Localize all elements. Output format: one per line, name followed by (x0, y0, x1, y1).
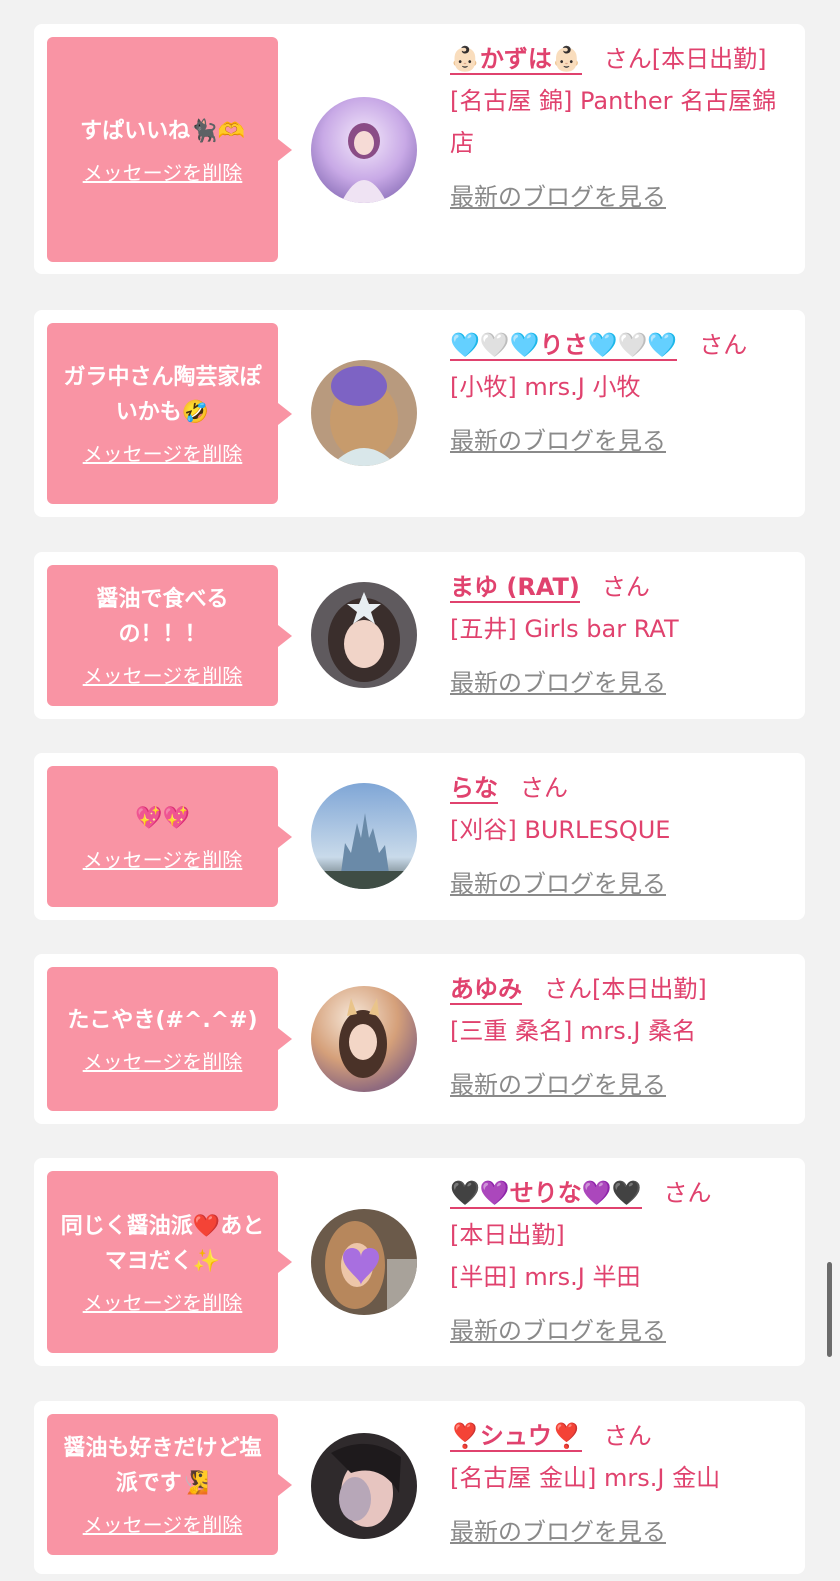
san-label: さん (601, 573, 650, 601)
cast-name-link[interactable]: らな (450, 774, 498, 804)
san-label: さん (699, 331, 748, 359)
status-label: [本日出勤] (592, 975, 707, 1003)
cast-info: 🩵🤍🩵りさ🩵🤍🩵 さん [小牧] mrs.J 小牧 最新のブログを見る (450, 324, 787, 462)
latest-blog-link[interactable]: 最新のブログを見る (450, 1310, 666, 1352)
latest-blog-link[interactable]: 最新のブログを見る (450, 1064, 666, 1106)
message-card: 醤油で食べるの！！！ メッセージを削除 まゆ (RAT) さん [五井] Girl… (34, 552, 805, 719)
cast-name-link[interactable]: 🩵🤍🩵りさ🩵🤍🩵 (450, 331, 678, 361)
status-label: [本日出勤] (450, 1221, 565, 1249)
message-text: たこやき(#^.^#) (67, 1008, 258, 1033)
message-bubble: 醤油も好きだけど塩派です🧏 メッセージを削除 (47, 1414, 292, 1555)
delete-message-link[interactable]: メッセージを削除 (83, 1287, 243, 1316)
message-card: 醤油も好きだけど塩派です🧏 メッセージを削除 ❣️シュウ❣️ さん [名古屋 金山… (34, 1401, 805, 1574)
latest-blog-link[interactable]: 最新のブログを見る (450, 420, 666, 462)
avatar-image (311, 986, 417, 1092)
avatar[interactable] (311, 360, 417, 466)
message-bubble: すぱいいね🐈‍⬛🫶 メッセージを削除 (47, 37, 292, 262)
delete-message-link[interactable]: メッセージを削除 (83, 1046, 243, 1075)
avatar-image (311, 97, 417, 203)
cast-info: 👶🏻かずは👶🏻 さん[本日出勤] [名古屋 錦] Panther 名古屋錦店 最新… (450, 38, 787, 218)
avatar[interactable] (311, 1433, 417, 1539)
san-label: さん (663, 1179, 712, 1207)
avatar-image (311, 783, 417, 889)
cast-info: まゆ (RAT) さん [五井] Girls bar RAT 最新のブログを見る (450, 566, 787, 704)
message-card: ガラ中さん陶芸家ぽいかも🤣 メッセージを削除 🩵🤍🩵りさ🩵🤍🩵 さん [小牧] m… (34, 310, 805, 517)
latest-blog-link[interactable]: 最新のブログを見る (450, 662, 666, 704)
avatar-image (311, 1433, 417, 1539)
message-text: 醤油も好きだけど塩派です🧏 (63, 1436, 262, 1496)
message-text: ガラ中さん陶芸家ぽいかも🤣 (63, 365, 262, 425)
message-bubble: たこやき(#^.^#) メッセージを削除 (47, 967, 292, 1111)
shop-label: [三重 桑名] mrs.J 桑名 (450, 1017, 697, 1045)
delete-message-link[interactable]: メッセージを削除 (83, 660, 243, 689)
san-label: さん (603, 45, 652, 73)
latest-blog-link[interactable]: 最新のブログを見る (450, 1511, 666, 1553)
delete-message-link[interactable]: メッセージを削除 (83, 438, 243, 467)
message-card: 同じく醤油派❤️あとマヨだく✨ メッセージを削除 🖤💜せりな💜🖤 さん [本日出勤… (34, 1158, 805, 1366)
san-label: さん (603, 1422, 652, 1450)
cast-name-link[interactable]: あゆみ (450, 975, 522, 1005)
cast-name-link[interactable]: 🖤💜せりな💜🖤 (450, 1179, 642, 1209)
message-card: たこやき(#^.^#) メッセージを削除 あゆみ さん[本日出勤] [三重 桑名]… (34, 954, 805, 1124)
message-card: 💖💖 メッセージを削除 らな さん [刈谷] BURLESQUE 最新のブログを見… (34, 753, 805, 920)
cast-info: あゆみ さん[本日出勤] [三重 桑名] mrs.J 桑名 最新のブログを見る (450, 968, 787, 1106)
cast-name-link[interactable]: 👶🏻かずは👶🏻 (450, 45, 582, 75)
avatar[interactable] (311, 1209, 417, 1315)
message-card: すぱいいね🐈‍⬛🫶 メッセージを削除 👶🏻かずは👶🏻 さん[本日出勤] [名古屋 … (34, 24, 805, 274)
avatar[interactable] (311, 986, 417, 1092)
cast-info: ❣️シュウ❣️ さん [名古屋 金山] mrs.J 金山 最新のブログを見る (450, 1415, 787, 1553)
message-text: 同じく醤油派❤️あとマヨだく✨ (60, 1213, 265, 1274)
avatar[interactable] (311, 582, 417, 688)
san-label: さん (544, 975, 592, 1003)
delete-message-link[interactable]: メッセージを削除 (83, 157, 243, 186)
shop-label: [小牧] mrs.J 小牧 (450, 373, 641, 401)
message-bubble: ガラ中さん陶芸家ぽいかも🤣 メッセージを削除 (47, 323, 292, 504)
message-text: すぱいいね🐈‍⬛🫶 (80, 118, 245, 144)
shop-label: [名古屋 錦] Panther 名古屋錦店 (450, 87, 777, 157)
message-text: 醤油で食べるの！！！ (96, 587, 229, 647)
avatar[interactable] (311, 97, 417, 203)
message-bubble: 醤油で食べるの！！！ メッセージを削除 (47, 565, 292, 706)
scrollbar[interactable] (827, 1262, 832, 1357)
latest-blog-link[interactable]: 最新のブログを見る (450, 176, 666, 218)
delete-message-link[interactable]: メッセージを削除 (83, 844, 243, 873)
message-text: 💖💖 (135, 805, 190, 831)
cast-name-link[interactable]: ❣️シュウ❣️ (450, 1422, 582, 1452)
shop-label: [五井] Girls bar RAT (450, 615, 679, 643)
san-label: さん (520, 774, 568, 802)
shop-label: [刈谷] BURLESQUE (450, 816, 671, 844)
avatar-image (311, 582, 417, 688)
shop-label: [半田] mrs.J 半田 (450, 1263, 641, 1291)
latest-blog-link[interactable]: 最新のブログを見る (450, 863, 666, 905)
avatar[interactable] (311, 783, 417, 889)
cast-info: らな さん [刈谷] BURLESQUE 最新のブログを見る (450, 767, 787, 905)
avatar-image (311, 360, 417, 466)
shop-label: [名古屋 金山] mrs.J 金山 (450, 1464, 721, 1492)
message-bubble: 同じく醤油派❤️あとマヨだく✨ メッセージを削除 (47, 1171, 292, 1353)
avatar-image (311, 1209, 417, 1315)
cast-info: 🖤💜せりな💜🖤 さん [本日出勤] [半田] mrs.J 半田 最新のブログを見る (450, 1172, 787, 1352)
cast-name-link[interactable]: まゆ (RAT) (450, 573, 580, 603)
delete-message-link[interactable]: メッセージを削除 (83, 1509, 243, 1538)
message-bubble: 💖💖 メッセージを削除 (47, 766, 292, 907)
status-label: [本日出勤] (651, 45, 767, 73)
